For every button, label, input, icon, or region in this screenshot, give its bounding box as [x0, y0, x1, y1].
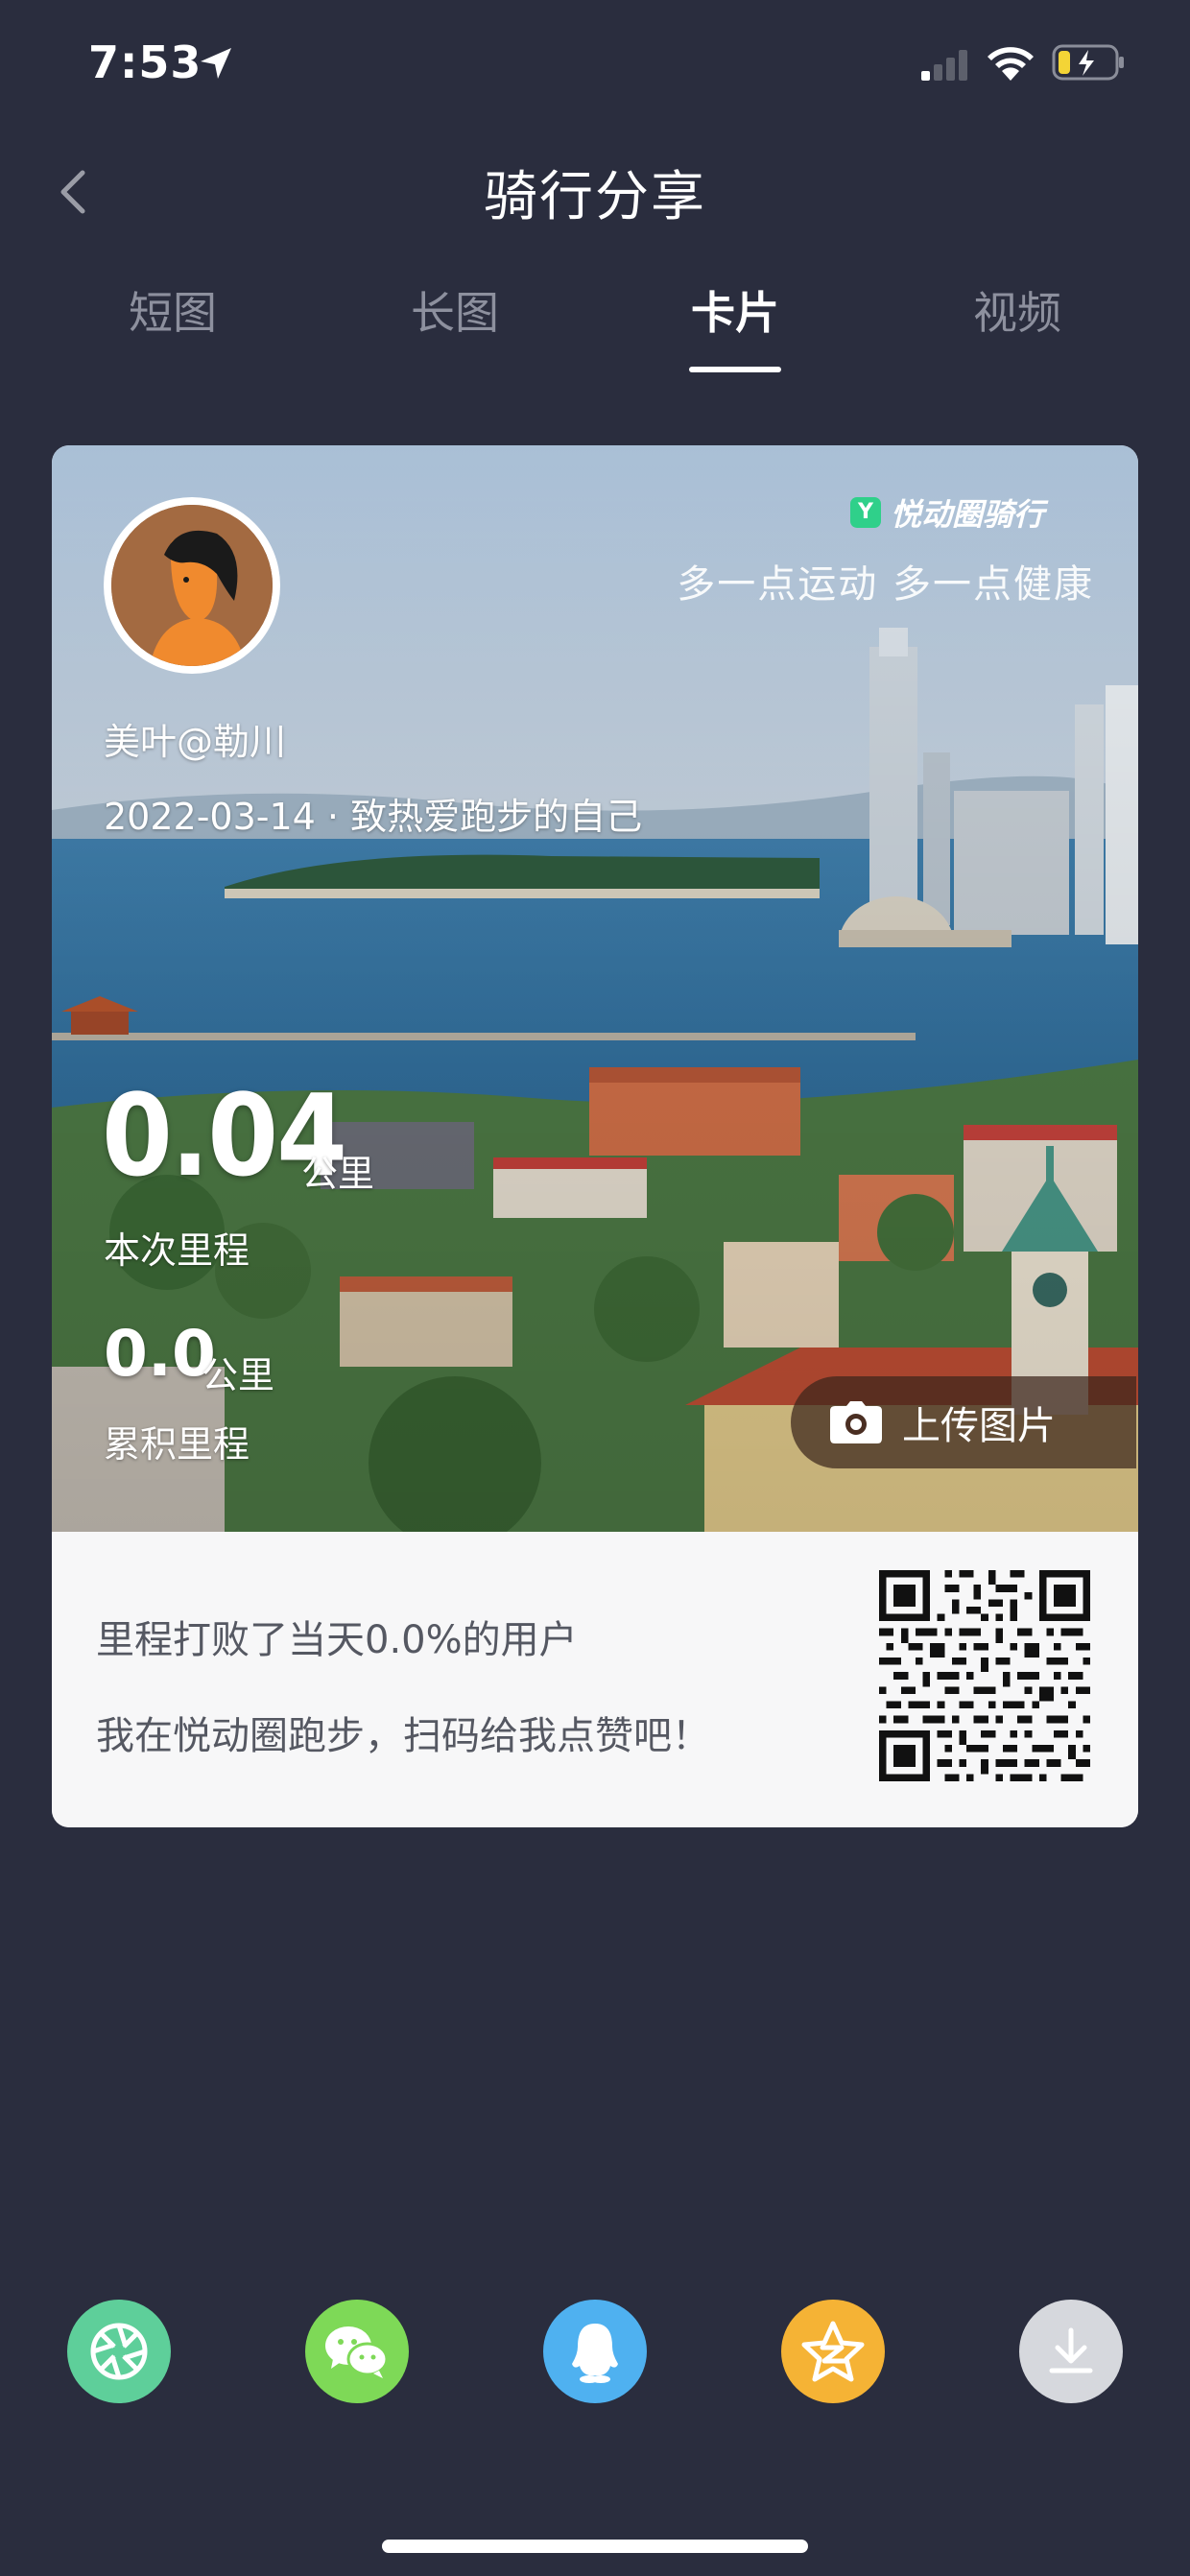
share-qq-button[interactable] [543, 2300, 647, 2403]
location-arrow-icon [201, 48, 231, 79]
share-wechat-button[interactable] [305, 2300, 409, 2403]
upload-image-label: 上传图片 [902, 1404, 1056, 1448]
date-dedication: 2022-03-14 · 致热爱跑步的自己 [104, 796, 643, 838]
brand-logo: Y 悦动圈骑行 [850, 493, 1045, 533]
user-avatar[interactable] [104, 497, 280, 674]
wifi-icon [988, 47, 1034, 81]
share-moments-button[interactable] [67, 2300, 171, 2403]
upload-image-button[interactable]: 上传图片 [791, 1376, 1136, 1468]
qzone-icon [801, 2321, 865, 2382]
brand-name: 悦动圈骑行 [891, 496, 1045, 533]
cellular-signal-icon [921, 50, 967, 81]
status-time: 7:53 [88, 36, 202, 88]
qr-code [879, 1570, 1090, 1781]
page-title: 骑行分享 [484, 166, 706, 228]
total-distance-unit: 公里 [202, 1354, 275, 1396]
battery-charging-icon [1052, 44, 1124, 81]
card-background-photo: Y 悦动圈骑行 多一点运动 多一点健康 美叶@勒川 2022-03-14 · 致… [52, 445, 1138, 1532]
moments-icon [90, 2323, 148, 2380]
download-button[interactable] [1019, 2300, 1123, 2403]
total-distance-value: 0.0 [104, 1317, 216, 1391]
tab-bar: 短图 长图 卡片 视频 [0, 278, 1190, 374]
tab-long-image[interactable]: 长图 [359, 278, 551, 374]
active-tab-indicator [689, 367, 781, 372]
wechat-icon [325, 2326, 389, 2378]
tab-video[interactable]: 视频 [921, 278, 1113, 374]
distance-label: 本次里程 [104, 1229, 250, 1272]
tab-short-image[interactable]: 短图 [77, 278, 269, 374]
tab-card[interactable]: 卡片 [639, 278, 831, 374]
distance-unit: 公里 [301, 1153, 375, 1195]
avatar-illustration [111, 505, 273, 666]
camera-icon [830, 1401, 882, 1443]
download-icon [1049, 2327, 1093, 2373]
home-indicator[interactable] [382, 2540, 808, 2553]
invite-text: 我在悦动圈跑步，扫码给我点赞吧！ [96, 1714, 710, 1758]
qq-icon [572, 2324, 618, 2383]
username: 美叶@勒川 [104, 721, 287, 763]
ranking-text: 里程打败了当天0.0%的用户 [96, 1618, 578, 1662]
slogan: 多一点运动 多一点健康 [677, 562, 1094, 607]
total-distance-label: 累积里程 [104, 1423, 250, 1466]
share-bar [0, 2300, 1190, 2415]
share-qzone-button[interactable] [781, 2300, 885, 2403]
status-bar: 7:53 [0, 0, 1190, 134]
brand-logo-icon: Y [850, 497, 881, 528]
card-footer: 里程打败了当天0.0%的用户 我在悦动圈跑步，扫码给我点赞吧！ [52, 1532, 1138, 1827]
share-card: Y 悦动圈骑行 多一点运动 多一点健康 美叶@勒川 2022-03-14 · 致… [52, 445, 1138, 1827]
